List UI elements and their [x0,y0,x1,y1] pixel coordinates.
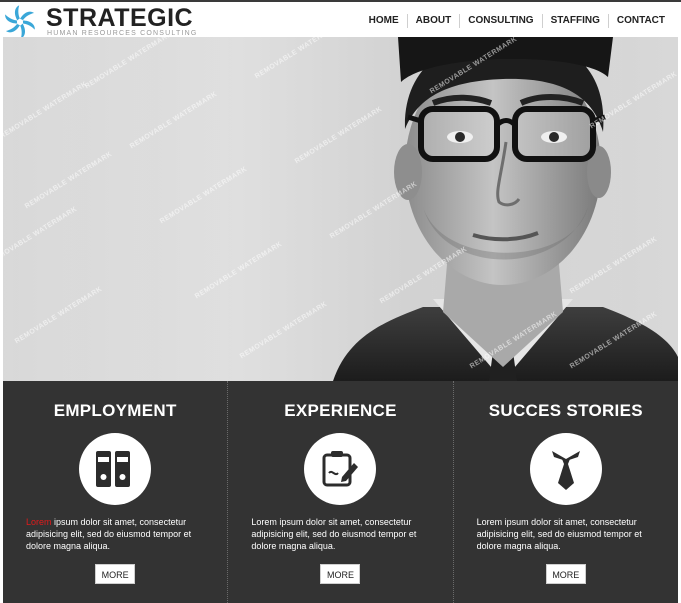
swirl-logo-icon[interactable] [2,4,38,40]
feature-text: Lorem ipsum dolor sit amet, consectetur … [251,517,417,551]
feature-text: Lorem ipsum dolor sit amet, consectetur … [476,517,642,551]
feature-description: Lorem ipsum dolor sit amet, consectetur … [26,516,209,552]
feature-title: EMPLOYMENT [53,401,177,420]
clipboard-pencil-icon [304,433,377,505]
feature-description: Lorem ipsum dolor sit amet, consectetur … [477,516,660,552]
site-header: STRATEGIC HUMAN RESOURCES CONSULTING HOM… [0,0,681,40]
nav-about[interactable]: ABOUT [406,14,460,28]
feature-experience: EXPERIENCE Lorem ipsum dolor sit amet, c… [227,381,452,603]
feature-employment: EMPLOYMENT Lorem ipsum dolor sit amet, c… [3,381,227,603]
more-button[interactable]: MORE [95,564,136,584]
more-button[interactable]: MORE [545,564,586,584]
feature-text: ipsum dolor sit amet, consectetur adipis… [26,517,192,551]
feature-title: EXPERIENCE [284,401,397,420]
nav-home[interactable]: HOME [361,14,407,28]
feature-title: SUCCES STORIES [488,401,643,420]
nav-contact[interactable]: CONTACT [607,14,673,28]
main-nav: HOME ABOUT CONSULTING STAFFING CONTACT [361,14,673,28]
feature-success-stories: SUCCES STORIES Lorem ipsum dolor sit ame… [452,381,678,603]
binders-icon [79,433,152,505]
hero-portrait-image [3,37,678,381]
brand-name[interactable]: STRATEGIC [46,4,193,32]
feature-description: Lorem ipsum dolor sit amet, consectetur … [251,516,434,552]
hero-banner: REMOVABLE WATERMARK REMOVABLE WATERMARK … [3,37,678,381]
necktie-icon [529,433,602,505]
nav-staffing[interactable]: STAFFING [541,14,608,28]
text-highlight: Lorem [26,517,52,527]
nav-consulting[interactable]: CONSULTING [459,14,541,28]
features-section: EMPLOYMENT Lorem ipsum dolor sit amet, c… [3,381,678,603]
more-button[interactable]: MORE [320,564,361,584]
